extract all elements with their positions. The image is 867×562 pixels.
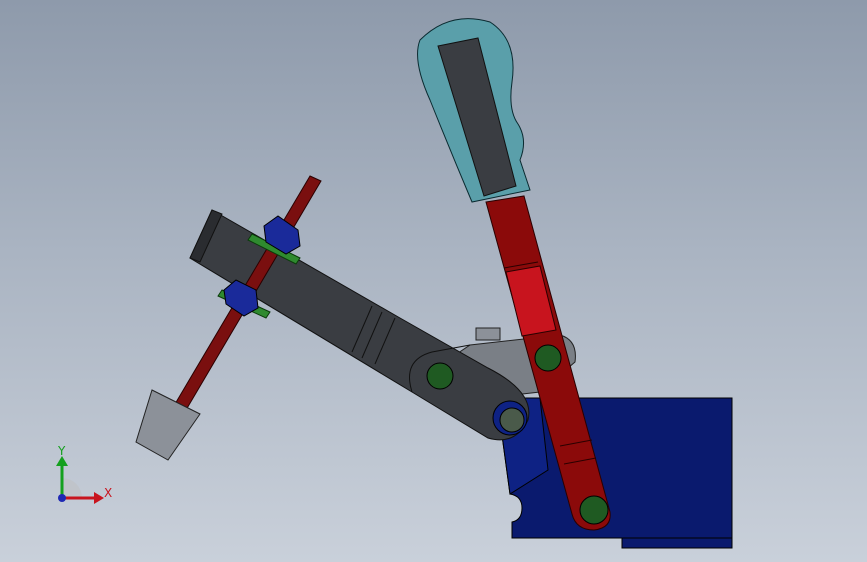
coordinate-triad: Y X: [56, 444, 112, 504]
pivot-pin-lever-base[interactable]: [579, 495, 609, 525]
pivot-pin-lever[interactable]: [534, 344, 562, 372]
base-block[interactable]: [496, 397, 733, 549]
pivot-pin-arm[interactable]: [426, 362, 454, 390]
cad-viewport[interactable]: Y X: [0, 0, 867, 562]
handle-grip[interactable]: [417, 18, 531, 203]
pivot-pin-base-inner: [499, 407, 525, 433]
triad-x-label: X: [104, 486, 112, 500]
clamp-arm[interactable]: [189, 209, 530, 441]
triad-y-label: Y: [57, 444, 66, 458]
